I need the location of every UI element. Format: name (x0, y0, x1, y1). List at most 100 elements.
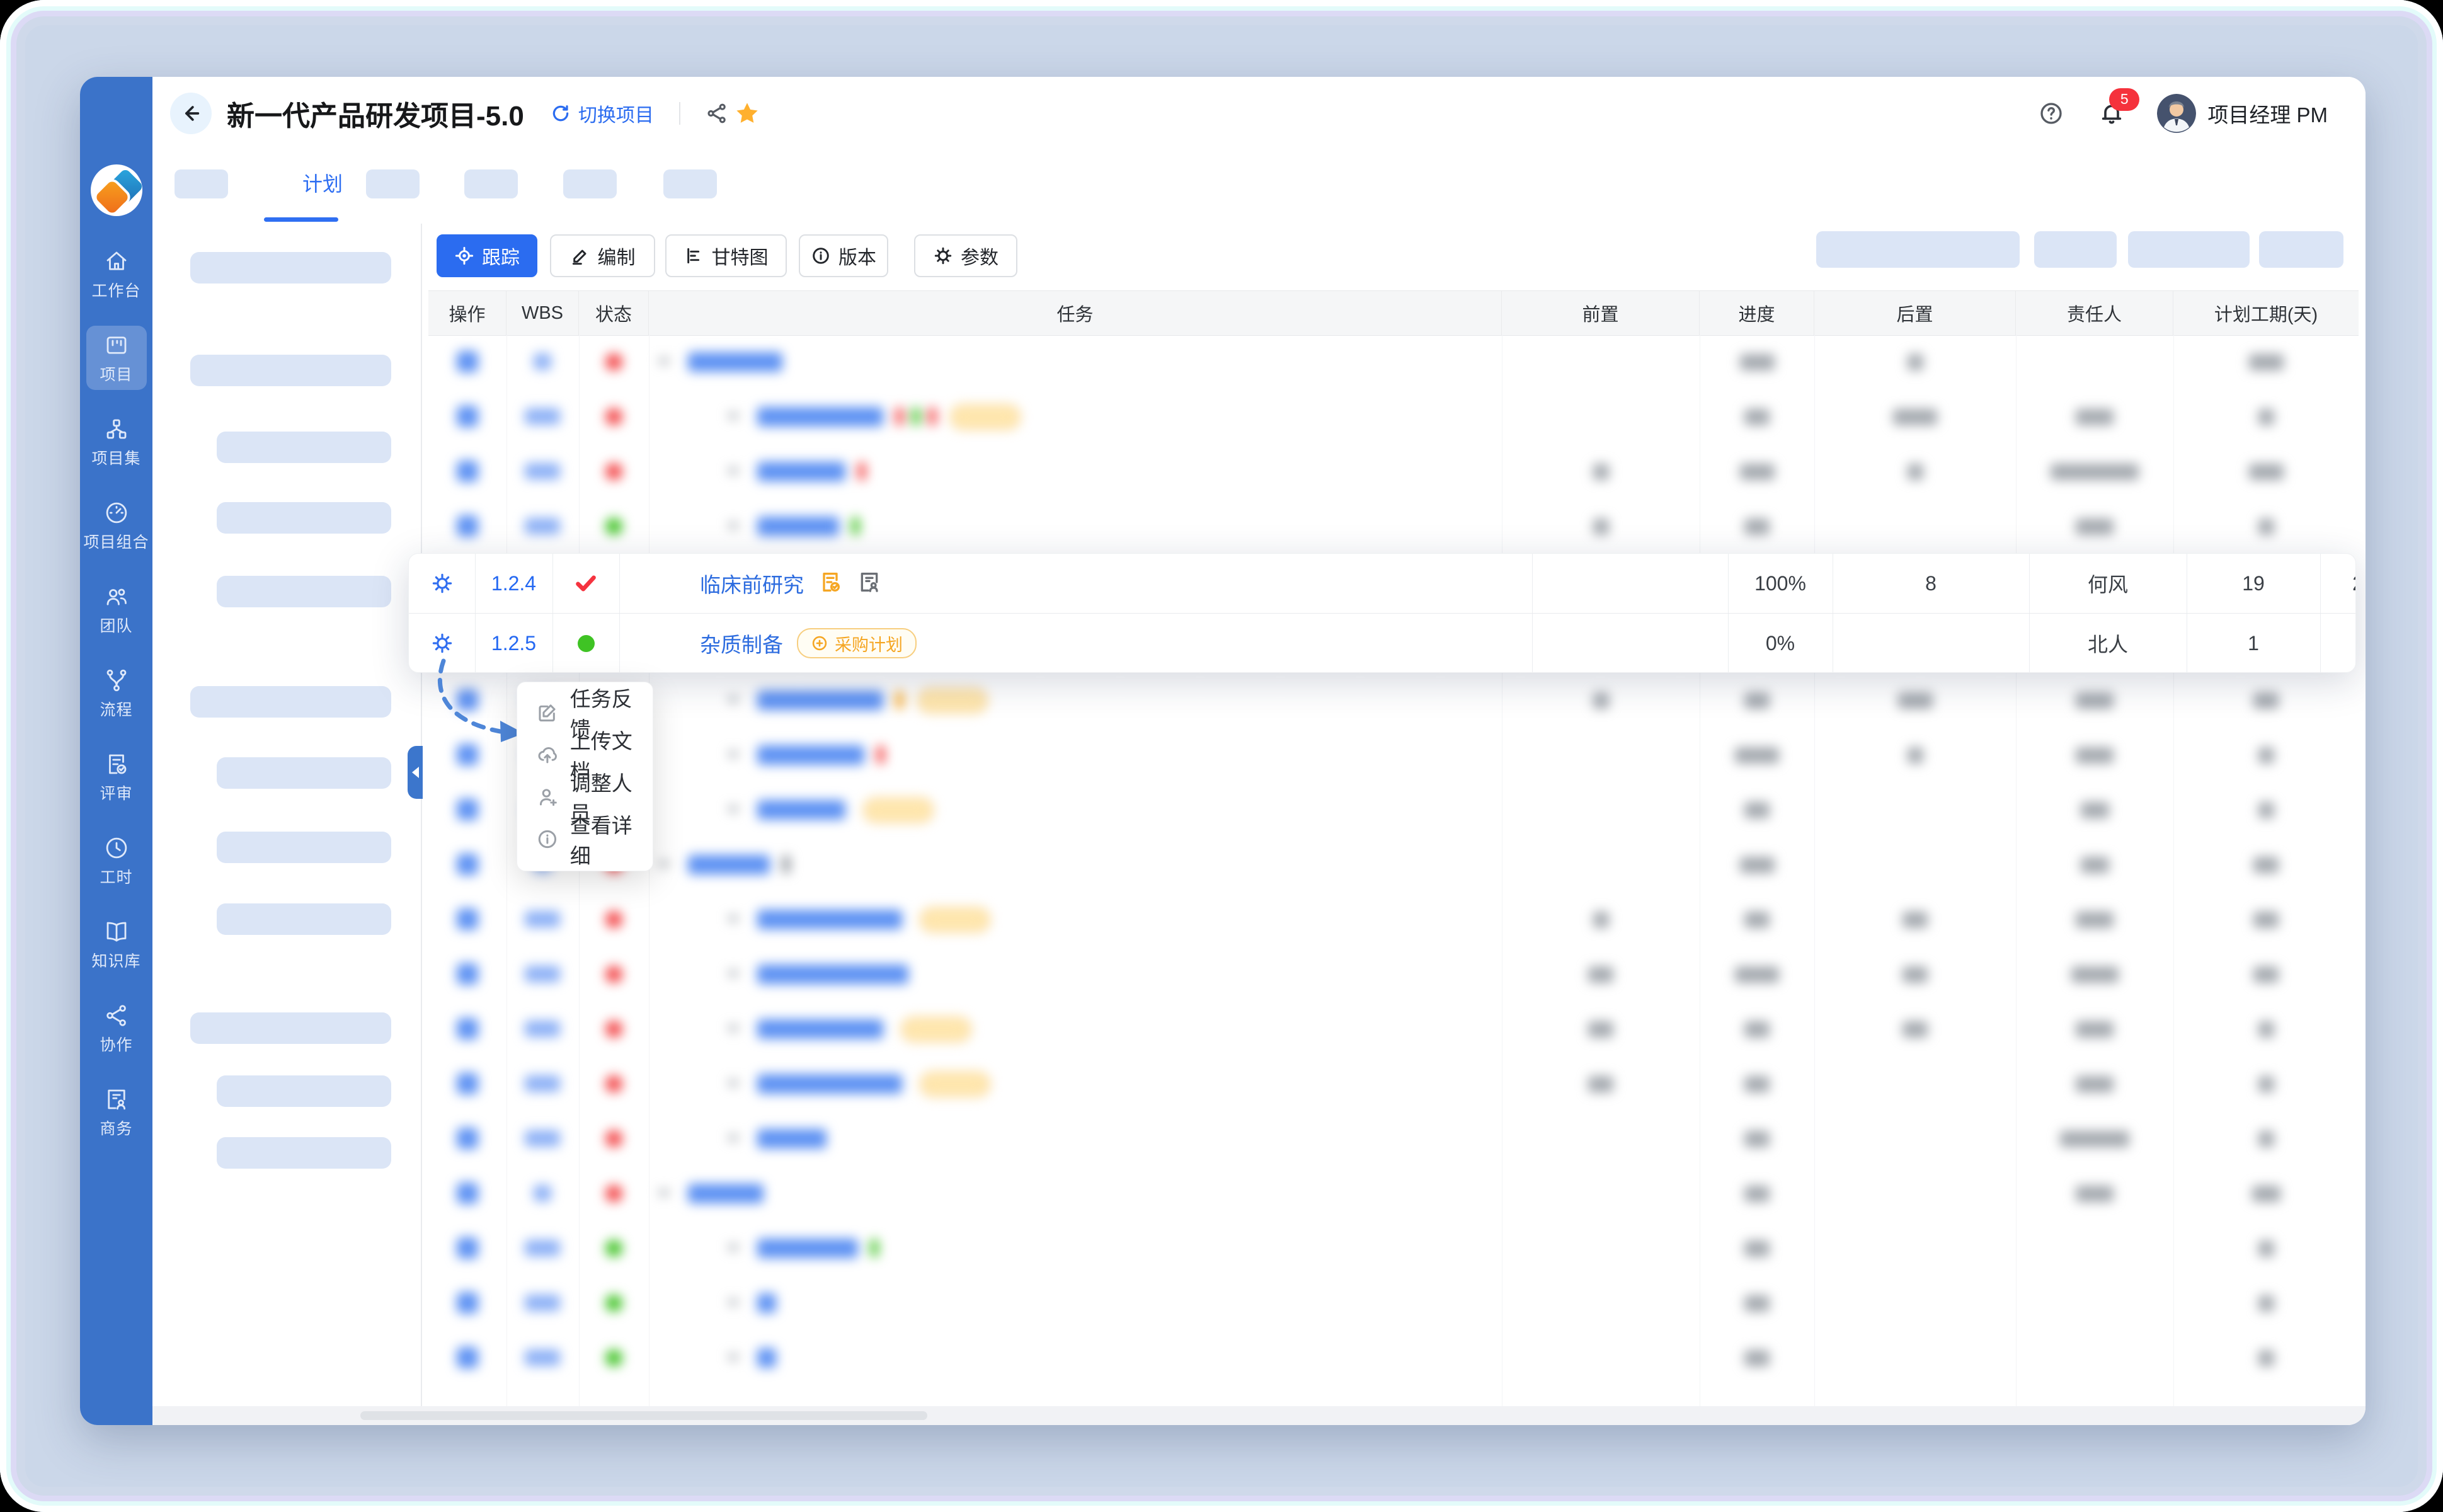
toolbar-placeholder[interactable] (2259, 231, 2343, 268)
tree-item-placeholder[interactable] (190, 686, 391, 718)
table-row-blurred[interactable] (428, 444, 2359, 499)
tab-placeholder[interactable] (174, 169, 228, 198)
back-button[interactable] (170, 92, 212, 134)
column-header-action[interactable]: 操作 (428, 291, 506, 335)
sidebar-item-team[interactable]: 团队 (86, 577, 147, 641)
column-header-duration[interactable]: 计划工期(天) (2173, 291, 2359, 335)
table-row-blurred[interactable] (428, 947, 2359, 1002)
sidebar-item-process[interactable]: 流程 (86, 661, 147, 725)
table-row-blurred[interactable] (428, 782, 2359, 837)
table-row-1-2-5[interactable]: 1.2.5 杂质制备 采购计划 0% 北人 1 (409, 614, 2355, 672)
column-header-wbs[interactable]: WBS (506, 291, 579, 335)
table-row-blurred[interactable] (428, 892, 2359, 947)
gantt-button[interactable]: 甘特图 (665, 234, 787, 277)
sidebar-item-program[interactable]: 项目集 (86, 410, 147, 474)
table-row-blurred[interactable] (428, 728, 2359, 782)
notifications-button[interactable]: 5 (2097, 88, 2140, 129)
collapse-panel-handle[interactable] (408, 746, 423, 799)
column-header-task[interactable]: 任务 (649, 291, 1502, 335)
toolbar-placeholder[interactable] (2034, 231, 2117, 268)
row-context-menu: 任务反馈 上传文档 调整人员 查看详细 (517, 682, 653, 871)
sidebar-item-workbench[interactable]: 工作台 (86, 242, 147, 306)
tab-placeholder[interactable] (663, 169, 717, 198)
sidebar-item-label: 项目集 (91, 450, 141, 467)
menu-item-view-detail[interactable]: 查看详细 (517, 814, 653, 868)
toolbar-placeholder[interactable] (2128, 231, 2250, 268)
sidebar-nav: 工作台 项目 项目集 项目组合 团队 流程 评审 工时 知识库 协作 商务 (80, 242, 152, 1144)
user-menu[interactable]: 项目经理 PM (2157, 93, 2328, 133)
sidebar-item-collaboration[interactable]: 协作 (86, 996, 147, 1060)
switch-project-button[interactable]: 切换项目 (551, 100, 654, 127)
column-header-successor[interactable]: 后置 (1814, 291, 2016, 335)
cell-owner: 何风 (2087, 573, 2128, 596)
table-row-blurred[interactable] (428, 1331, 2359, 1385)
toolbar-placeholder[interactable] (1816, 231, 2020, 268)
column-header-status[interactable]: 状态 (579, 291, 649, 335)
sidebar-item-timesheet[interactable]: 工时 (86, 828, 147, 893)
task-link[interactable]: 临床前研究 (700, 568, 804, 598)
share-button[interactable] (702, 98, 732, 129)
tree-item-placeholder[interactable] (190, 1012, 391, 1044)
help-button[interactable] (2036, 98, 2066, 129)
screenshot-root: 工作台 项目 项目集 项目组合 团队 流程 评审 工时 知识库 协作 商务 新一… (0, 0, 2443, 1512)
compile-button[interactable]: 编制 (550, 234, 655, 277)
review-icon (108, 754, 126, 774)
table-row-blurred[interactable] (428, 1057, 2359, 1111)
sidebar-item-portfolio[interactable]: 项目组合 (84, 493, 149, 558)
sidebar-item-business[interactable]: 商务 (86, 1080, 147, 1144)
row-settings-gear-icon[interactable] (409, 614, 475, 672)
wbs-link[interactable]: 1.2.4 (475, 554, 552, 613)
team-icon (106, 588, 127, 605)
row-settings-gear-icon[interactable] (409, 554, 475, 613)
task-link[interactable]: 杂质制备 (700, 628, 783, 658)
track-button[interactable]: 跟踪 (437, 234, 537, 277)
question-circle-icon (2040, 102, 2062, 124)
tab-placeholder[interactable] (464, 169, 518, 198)
cell-duration: 1 (2248, 631, 2259, 655)
tree-item-placeholder[interactable] (217, 502, 391, 534)
table-row-blurred[interactable] (428, 837, 2359, 892)
favorite-star-button[interactable] (732, 98, 762, 129)
tree-item-placeholder[interactable] (217, 757, 391, 789)
table-row-blurred[interactable] (428, 1111, 2359, 1166)
column-header-progress[interactable]: 进度 (1700, 291, 1814, 335)
column-header-owner[interactable]: 责任人 (2016, 291, 2173, 335)
table-row-blurred[interactable] (428, 1221, 2359, 1276)
sidebar-item-knowledge[interactable]: 知识库 (86, 912, 147, 976)
tree-item-placeholder[interactable] (190, 355, 391, 386)
tree-item-placeholder[interactable] (190, 252, 391, 284)
tree-item-placeholder[interactable] (217, 903, 391, 935)
person-doc-icon[interactable] (857, 570, 882, 598)
tab-plan[interactable]: 计划 (272, 168, 373, 197)
table-row-blurred[interactable] (428, 1166, 2359, 1221)
header: 新一代产品研发项目-5.0 切换项目 5 项目经理 PM (152, 77, 2366, 149)
tree-item-placeholder[interactable] (217, 832, 391, 863)
table-row-blurred[interactable] (428, 673, 2359, 728)
app-logo[interactable] (91, 164, 142, 216)
user-name: 项目经理 PM (2207, 103, 2328, 127)
tab-placeholder[interactable] (563, 169, 617, 198)
table-row-1-2-4[interactable]: 1.2.4 临床前研究 100% 8 何风 19 (409, 554, 2355, 613)
review-doc-icon[interactable] (818, 570, 843, 598)
params-button[interactable]: 参数 (914, 234, 1017, 277)
horizontal-scrollbar-thumb[interactable] (360, 1411, 927, 1420)
table-row-blurred[interactable] (428, 1276, 2359, 1331)
table-row-blurred[interactable] (428, 1002, 2359, 1057)
table-row-blurred[interactable] (428, 499, 2359, 554)
tree-item-placeholder[interactable] (217, 432, 391, 463)
plus-circle-icon (812, 636, 827, 651)
horizontal-scrollbar-track[interactable] (152, 1406, 2366, 1425)
tree-item-placeholder[interactable] (217, 1137, 391, 1169)
sidebar-item-project[interactable]: 项目 (86, 326, 147, 390)
tree-item-placeholder[interactable] (217, 1075, 391, 1107)
procurement-plan-badge[interactable]: 采购计划 (797, 628, 917, 658)
table-row-blurred[interactable] (428, 335, 2359, 389)
tree-item-placeholder[interactable] (217, 576, 391, 607)
chevron-left-icon (411, 767, 419, 778)
version-button[interactable]: 版本 (799, 234, 888, 277)
sidebar-item-review[interactable]: 评审 (86, 745, 147, 809)
wbs-link[interactable]: 1.2.5 (475, 614, 552, 672)
column-header-predecessor[interactable]: 前置 (1502, 291, 1700, 335)
tab-placeholder[interactable] (366, 169, 420, 198)
table-row-blurred[interactable] (428, 389, 2359, 444)
